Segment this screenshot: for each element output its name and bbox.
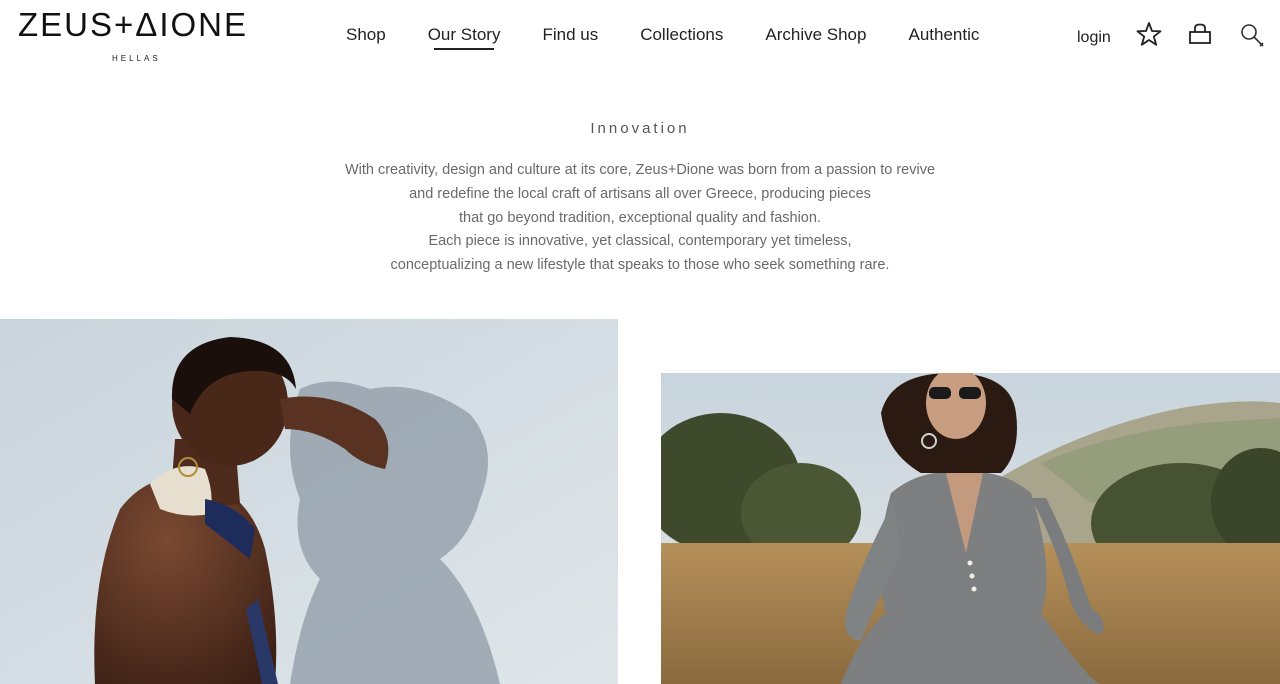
search-button[interactable] xyxy=(1239,22,1267,50)
cart-button[interactable] xyxy=(1187,21,1213,47)
wishlist-button[interactable] xyxy=(1136,21,1162,47)
body-line: With creativity, design and culture at i… xyxy=(344,162,936,178)
body-line: conceptualizing a new lifestyle that spe… xyxy=(390,257,890,274)
search-icon xyxy=(1241,24,1264,47)
nav-item-collections[interactable]: Collections xyxy=(640,24,723,50)
main-nav: Shop Our Story Find us Collections Archi… xyxy=(346,24,1021,50)
login-link[interactable]: login xyxy=(1077,28,1111,48)
body-line: that go beyond tradition, exceptional qu… xyxy=(459,209,821,226)
basket-icon xyxy=(1189,23,1211,44)
nav-item-find-us[interactable]: Find us xyxy=(542,24,598,50)
nav-item-archive-shop[interactable]: Archive Shop xyxy=(765,24,866,50)
innovation-section: Innovation With creativity, design and c… xyxy=(300,118,980,278)
star-icon xyxy=(1136,22,1162,46)
body-line: Each piece is innovative, yet classical,… xyxy=(428,233,852,250)
model-field-photo xyxy=(661,373,1280,684)
nav-item-shop[interactable]: Shop xyxy=(346,24,386,50)
nav-item-authentic[interactable]: Authentic xyxy=(908,24,979,50)
brand-logo[interactable]: ZEUS+ΔIONE HELLAS xyxy=(18,8,258,66)
nav-item-our-story[interactable]: Our Story xyxy=(428,24,500,50)
site-header: ZEUS+ΔIONE HELLAS Shop Our Story Find us… xyxy=(0,0,1280,80)
brand-tagline: HELLAS xyxy=(112,54,161,63)
brand-name: ZEUS+ΔIONE xyxy=(18,6,249,43)
section-title: Innovation xyxy=(590,120,690,137)
model-portrait-photo xyxy=(0,319,618,684)
section-body: With creativity, design and culture at i… xyxy=(300,159,980,278)
body-line: and redefine the local craft of artisans… xyxy=(409,185,871,202)
